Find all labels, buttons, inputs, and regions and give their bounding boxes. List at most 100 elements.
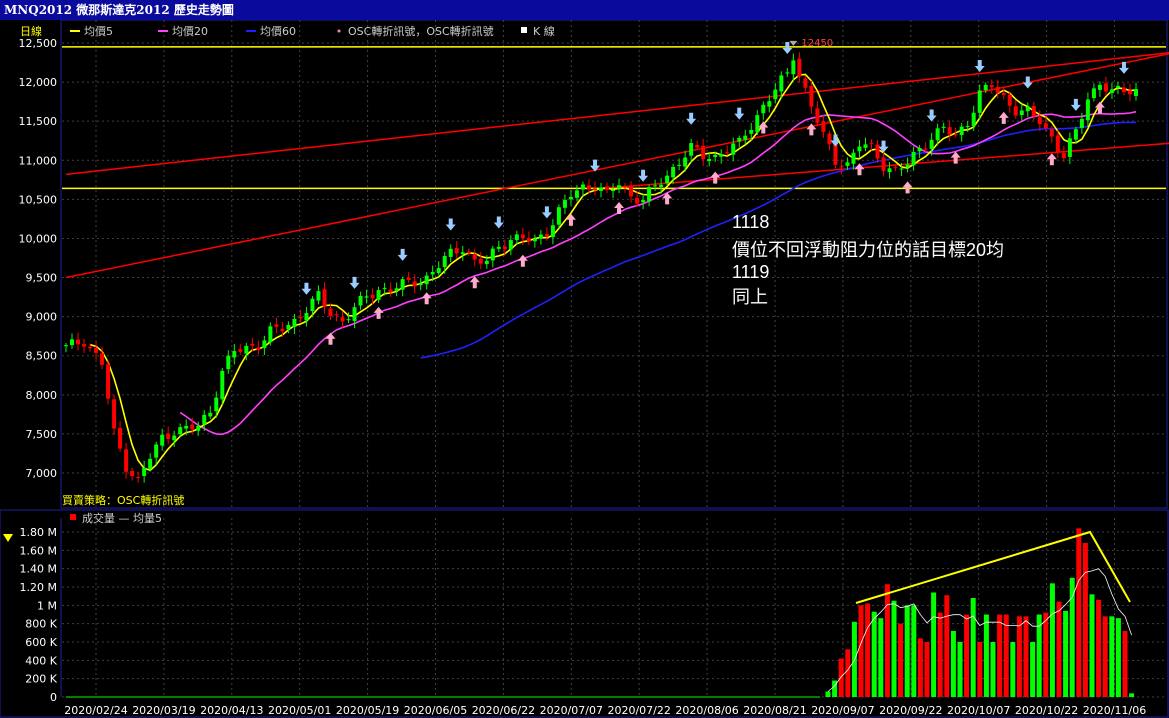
candle-body xyxy=(244,345,249,354)
candle-body xyxy=(538,234,543,239)
volume-bar xyxy=(997,614,1003,697)
candle-body xyxy=(743,135,748,140)
candle-body xyxy=(592,188,597,190)
candle-body xyxy=(959,126,964,135)
candle-body xyxy=(1037,117,1042,125)
candle-body xyxy=(574,190,579,198)
x-tick-label: 2020/06/22 xyxy=(472,704,535,717)
candle-body xyxy=(274,324,279,327)
volume-bar xyxy=(983,614,989,697)
x-tick-label: 2020/08/06 xyxy=(675,704,738,717)
candle-body xyxy=(863,144,868,148)
volume-legend-label: 成交量 — 均量5 xyxy=(82,511,162,525)
candle-body xyxy=(526,238,531,242)
candle-body xyxy=(599,187,603,191)
volume-tick-label: 400 K xyxy=(25,654,57,667)
candle-body xyxy=(550,225,555,238)
candle-body xyxy=(100,353,105,365)
candle-body xyxy=(767,101,772,107)
volume-bar xyxy=(917,638,923,697)
volume-bar xyxy=(1010,642,1016,697)
volume-tick-label: 1.60 M xyxy=(20,544,57,557)
candle-body xyxy=(490,248,495,261)
candle-body xyxy=(677,164,682,166)
candle-body xyxy=(821,121,826,132)
candle-body xyxy=(623,186,628,188)
candle-body xyxy=(803,78,808,88)
volume-bar xyxy=(944,595,950,697)
candle-body xyxy=(971,112,976,127)
candle-body xyxy=(430,272,435,275)
candle-body xyxy=(448,248,453,257)
candle-body xyxy=(496,246,501,249)
x-tick-label: 2020/03/19 xyxy=(132,704,195,717)
candle-body xyxy=(749,129,754,134)
x-tick-label: 2020/02/24 xyxy=(64,704,127,717)
candle-body xyxy=(376,290,381,300)
candle-body xyxy=(190,424,195,430)
price-tick-label: 9,000 xyxy=(26,311,58,324)
candle-body xyxy=(851,152,856,164)
volume-bar xyxy=(1016,616,1022,697)
candle-body xyxy=(400,279,405,290)
candle-body xyxy=(1043,123,1048,129)
volume-bar xyxy=(990,642,996,697)
candle-body xyxy=(1079,118,1084,128)
price-tick-label: 8,000 xyxy=(26,389,58,402)
candle-body xyxy=(184,425,189,429)
price-tick-label: 10,000 xyxy=(19,232,58,245)
candle-body xyxy=(214,397,219,412)
candle-body xyxy=(106,364,111,399)
volume-bar xyxy=(904,605,910,697)
strategy-label: 買賣策略：OSC轉折訊號 xyxy=(62,493,184,507)
candle-body xyxy=(466,251,471,254)
x-tick-label: 2020/09/07 xyxy=(811,704,874,717)
volume-tick-label: 1 M xyxy=(37,599,57,612)
volume-bar xyxy=(858,605,864,697)
candle-body xyxy=(442,256,447,268)
candle-body xyxy=(172,435,177,441)
candle-body xyxy=(875,144,880,159)
volume-bar xyxy=(1122,631,1128,697)
volume-bar xyxy=(871,611,877,697)
volume-bar xyxy=(898,623,904,697)
price-volume-chart: 12450 7,000 7,500 8,000 8,500 9,000 9,500 10,0… xyxy=(0,20,1169,718)
candle-body xyxy=(761,104,766,114)
candle-body xyxy=(815,108,820,123)
candle-body xyxy=(929,139,934,149)
candle-body xyxy=(893,167,898,169)
candle-body xyxy=(322,289,327,307)
volume-bar xyxy=(865,603,871,697)
candle-body xyxy=(917,147,922,152)
candle-body xyxy=(406,277,411,280)
candle-body xyxy=(226,355,231,370)
candle-body xyxy=(845,162,850,166)
candle-body xyxy=(947,127,952,135)
candle-body xyxy=(454,247,459,254)
annotation-line-2: 價位不回浮動阻力位的話目標20均 xyxy=(732,240,1004,260)
candle-body xyxy=(340,317,345,322)
volume-bar xyxy=(878,618,884,697)
candle-body xyxy=(659,184,664,188)
candle-body xyxy=(905,164,910,168)
x-tick-label: 2020/10/07 xyxy=(947,704,1010,717)
candle-body xyxy=(424,275,429,285)
volume-bar xyxy=(1089,594,1095,697)
price-tick-label: 12,500 xyxy=(19,37,58,50)
candle-body xyxy=(671,166,676,178)
candle-body xyxy=(268,326,273,343)
candle-body xyxy=(130,470,135,477)
candle-body xyxy=(580,184,585,190)
price-tick-label: 8,500 xyxy=(26,350,58,363)
candle-body xyxy=(629,185,634,197)
candle-body xyxy=(605,186,610,190)
candle-body xyxy=(532,238,537,242)
candle-body xyxy=(136,477,141,479)
candle-body xyxy=(412,281,417,287)
price-tick-label: 7,500 xyxy=(26,428,58,441)
candle-body xyxy=(70,339,75,346)
candle-body xyxy=(352,307,357,321)
candle-body xyxy=(827,133,832,145)
annotation-line-4: 同上 xyxy=(732,287,768,307)
candle-body xyxy=(256,347,261,350)
